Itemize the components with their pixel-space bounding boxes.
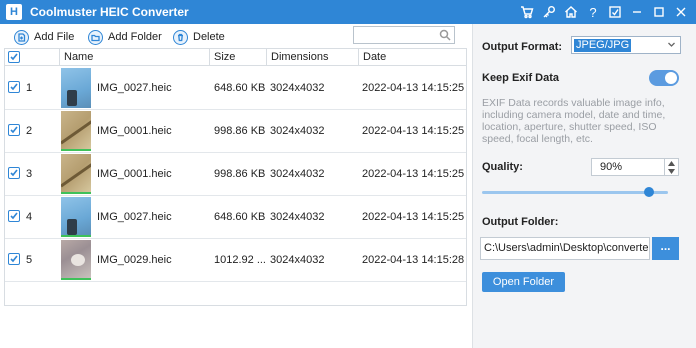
file-size: 998.86 KB bbox=[214, 168, 266, 180]
delete-label: Delete bbox=[193, 31, 225, 43]
close-icon[interactable] bbox=[670, 1, 692, 23]
minimize-icon[interactable] bbox=[626, 1, 648, 23]
file-list-panel: Add File Add Folder Delete Name Size Dim… bbox=[0, 24, 472, 348]
output-format-select[interactable]: JPEG/JPG bbox=[571, 36, 681, 54]
app-logo-icon: H bbox=[6, 4, 22, 20]
file-dimensions: 3024x4032 bbox=[270, 211, 325, 223]
file-name: IMG_0001.heic bbox=[97, 125, 172, 137]
table-row[interactable]: 1 IMG_0027.heic 648.60 KB 3024x4032 2022… bbox=[5, 67, 466, 110]
column-header-dimensions[interactable]: Dimensions bbox=[266, 49, 358, 66]
add-folder-label: Add Folder bbox=[108, 31, 162, 43]
delete-icon bbox=[173, 29, 188, 45]
quality-value: 90% bbox=[600, 161, 623, 173]
home-icon[interactable] bbox=[560, 1, 582, 23]
row-index: 5 bbox=[26, 254, 33, 266]
open-folder-button[interactable]: Open Folder bbox=[482, 272, 565, 292]
quality-slider-track[interactable] bbox=[482, 191, 668, 194]
row-checkbox[interactable] bbox=[8, 124, 20, 136]
file-dimensions: 3024x4032 bbox=[270, 82, 325, 94]
output-folder-field[interactable]: C:\Users\admin\Desktop\converted- bbox=[480, 237, 650, 260]
row-index: 3 bbox=[26, 168, 33, 180]
table-row[interactable]: 5 IMG_0029.heic 1012.92 ... 3024x4032 20… bbox=[5, 239, 466, 282]
file-date: 2022-04-13 14:15:25 bbox=[362, 168, 465, 180]
file-dimensions: 3024x4032 bbox=[270, 254, 325, 266]
keep-exif-toggle[interactable] bbox=[649, 70, 679, 86]
quality-label: Quality: bbox=[482, 161, 523, 173]
table-row[interactable]: 4 IMG_0027.heic 648.60 KB 3024x4032 2022… bbox=[5, 196, 466, 239]
file-name: IMG_0001.heic bbox=[97, 168, 172, 180]
add-folder-icon bbox=[88, 29, 103, 45]
file-dimensions: 3024x4032 bbox=[270, 168, 325, 180]
file-name: IMG_0027.heic bbox=[97, 211, 172, 223]
file-date: 2022-04-13 14:15:25 bbox=[362, 125, 465, 137]
output-folder-label: Output Folder: bbox=[482, 216, 559, 228]
thumbnail-image bbox=[61, 197, 91, 237]
help-icon[interactable]: ? bbox=[582, 1, 604, 23]
file-size: 998.86 KB bbox=[214, 125, 266, 137]
add-file-button[interactable]: Add File bbox=[14, 28, 74, 46]
title-bar: H Coolmuster HEIC Converter ? bbox=[0, 0, 696, 24]
table-row[interactable]: 3 IMG_0001.heic 998.86 KB 3024x4032 2022… bbox=[5, 153, 466, 196]
file-size: 648.60 KB bbox=[214, 82, 266, 94]
column-header-name[interactable]: Name bbox=[59, 49, 209, 66]
output-format-value: JPEG/JPG bbox=[574, 39, 632, 52]
cart-icon[interactable] bbox=[516, 1, 538, 23]
row-index: 1 bbox=[26, 82, 33, 94]
quality-slider-handle[interactable] bbox=[644, 187, 655, 197]
row-checkbox[interactable] bbox=[8, 167, 20, 179]
column-header-size[interactable]: Size bbox=[209, 49, 266, 66]
add-file-label: Add File bbox=[34, 31, 75, 43]
file-name: IMG_0029.heic bbox=[97, 254, 172, 266]
thumbnail-image bbox=[61, 68, 91, 108]
file-size: 648.60 KB bbox=[214, 211, 266, 223]
row-checkbox[interactable] bbox=[8, 81, 20, 93]
row-index: 4 bbox=[26, 211, 33, 223]
exif-description: EXIF Data records valuable image info, i… bbox=[482, 97, 666, 145]
maximize-icon[interactable] bbox=[648, 1, 670, 23]
browse-folder-button[interactable]: ... bbox=[652, 237, 679, 260]
file-table: Name Size Dimensions Date 1 IMG_0027.hei… bbox=[4, 48, 467, 306]
app-title: Coolmuster HEIC Converter bbox=[30, 5, 189, 19]
file-date: 2022-04-13 14:15:25 bbox=[362, 211, 465, 223]
decrement-icon[interactable] bbox=[665, 167, 678, 175]
settings-panel: Output Format: JPEG/JPG Keep Exif Data E… bbox=[472, 24, 696, 348]
file-date: 2022-04-13 14:15:28 bbox=[362, 254, 465, 266]
search-icon[interactable] bbox=[439, 29, 451, 41]
thumbnail-image bbox=[61, 154, 91, 194]
keep-exif-label: Keep Exif Data bbox=[482, 72, 560, 84]
file-size: 1012.92 ... bbox=[214, 254, 266, 266]
thumbnail-image bbox=[61, 240, 91, 280]
increment-icon[interactable] bbox=[665, 159, 678, 167]
add-file-icon bbox=[14, 29, 29, 45]
thumbnail-image bbox=[61, 111, 91, 151]
feedback-icon[interactable] bbox=[604, 1, 626, 23]
output-format-label: Output Format: bbox=[482, 41, 563, 53]
file-dimensions: 3024x4032 bbox=[270, 125, 325, 137]
select-all-checkbox[interactable] bbox=[8, 51, 20, 63]
file-name: IMG_0027.heic bbox=[97, 82, 172, 94]
delete-button[interactable]: Delete bbox=[173, 28, 225, 46]
table-header: Name Size Dimensions Date bbox=[5, 49, 466, 66]
file-date: 2022-04-13 14:15:25 bbox=[362, 82, 465, 94]
quality-stepper[interactable]: 90% bbox=[591, 158, 679, 176]
chevron-down-icon bbox=[667, 40, 676, 49]
title-bar-controls: ? bbox=[516, 0, 692, 24]
row-checkbox[interactable] bbox=[8, 253, 20, 265]
search-input[interactable] bbox=[353, 26, 455, 44]
key-icon[interactable] bbox=[538, 1, 560, 23]
column-header-date[interactable]: Date bbox=[358, 49, 466, 66]
row-index: 2 bbox=[26, 125, 33, 137]
table-row[interactable]: 2 IMG_0001.heic 998.86 KB 3024x4032 2022… bbox=[5, 110, 466, 153]
row-checkbox[interactable] bbox=[8, 210, 20, 222]
add-folder-button[interactable]: Add Folder bbox=[88, 28, 162, 46]
toolbar: Add File Add Folder Delete bbox=[0, 24, 472, 48]
